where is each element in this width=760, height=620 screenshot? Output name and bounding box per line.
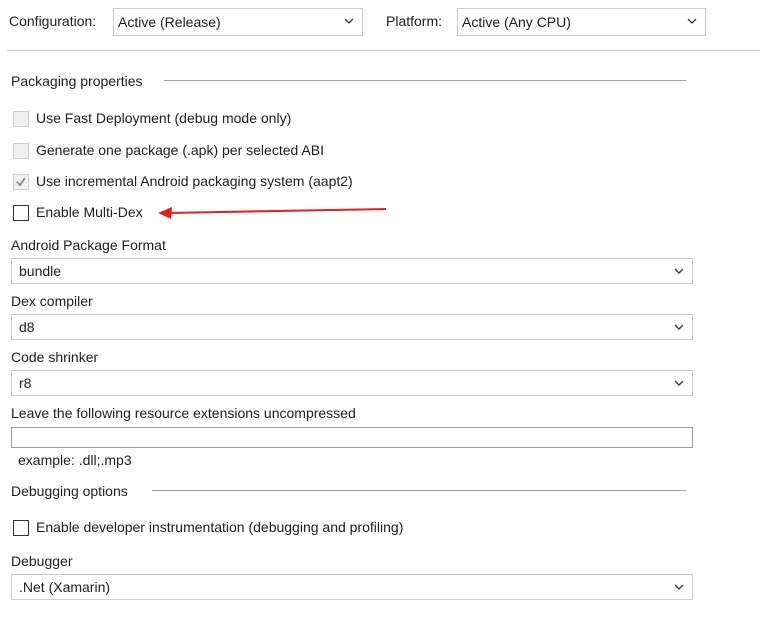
aapt2-checkbox[interactable] — [13, 174, 29, 190]
debugger-label: Debugger — [11, 553, 73, 569]
uncompressed-extensions-hint: example: .dll;.mp3 — [18, 452, 132, 468]
uncompressed-extensions-label: Leave the following resource extensions … — [11, 405, 356, 421]
section-divider — [152, 490, 686, 491]
toolbar-divider — [7, 50, 760, 51]
fast-deployment-label: Use Fast Deployment (debug mode only) — [36, 110, 292, 126]
debugger-dropdown[interactable]: .Net (Xamarin) — [11, 574, 693, 600]
chevron-down-icon — [674, 324, 684, 330]
dex-compiler-label: Dex compiler — [11, 293, 93, 309]
uncompressed-extensions-input[interactable] — [11, 427, 693, 448]
debugging-section-title: Debugging options — [11, 483, 128, 499]
debugger-value: .Net (Xamarin) — [19, 579, 111, 595]
red-arrow-icon — [158, 207, 387, 219]
platform-label: Platform: — [386, 13, 443, 29]
configuration-dropdown[interactable]: Active (Release) — [113, 8, 363, 36]
chevron-down-icon — [687, 18, 697, 24]
platform-dropdown[interactable]: Active (Any CPU) — [457, 8, 706, 36]
code-shrinker-label: Code shrinker — [11, 349, 99, 365]
instrumentation-label: Enable developer instrumentation (debugg… — [36, 519, 404, 535]
packaging-section-title: Packaging properties — [11, 73, 143, 89]
package-format-label: Android Package Format — [11, 237, 166, 253]
dex-compiler-value: d8 — [19, 319, 35, 335]
fast-deployment-checkbox[interactable] — [13, 111, 29, 127]
multidex-checkbox[interactable] — [13, 205, 29, 221]
aapt2-label: Use incremental Android packaging system… — [36, 173, 353, 189]
checkmark-icon — [16, 177, 26, 187]
configuration-toolbar: Configuration: Active (Release) Platform… — [0, 0, 760, 52]
per-abi-checkbox[interactable] — [13, 143, 29, 159]
dex-compiler-dropdown[interactable]: d8 — [11, 314, 693, 340]
platform-value: Active (Any CPU) — [462, 14, 571, 30]
configuration-label: Configuration: — [9, 13, 97, 29]
instrumentation-checkbox[interactable] — [13, 520, 29, 536]
code-shrinker-value: r8 — [19, 375, 32, 391]
configuration-value: Active (Release) — [118, 14, 221, 30]
chevron-down-icon — [674, 380, 684, 386]
section-divider — [164, 80, 686, 81]
package-format-value: bundle — [19, 263, 62, 279]
chevron-down-icon — [674, 268, 684, 274]
chevron-down-icon — [344, 18, 354, 24]
per-abi-label: Generate one package (.apk) per selected… — [36, 142, 324, 158]
multidex-label: Enable Multi-Dex — [36, 204, 143, 220]
package-format-dropdown[interactable]: bundle — [11, 258, 693, 284]
code-shrinker-dropdown[interactable]: r8 — [11, 370, 693, 396]
chevron-down-icon — [674, 584, 684, 590]
